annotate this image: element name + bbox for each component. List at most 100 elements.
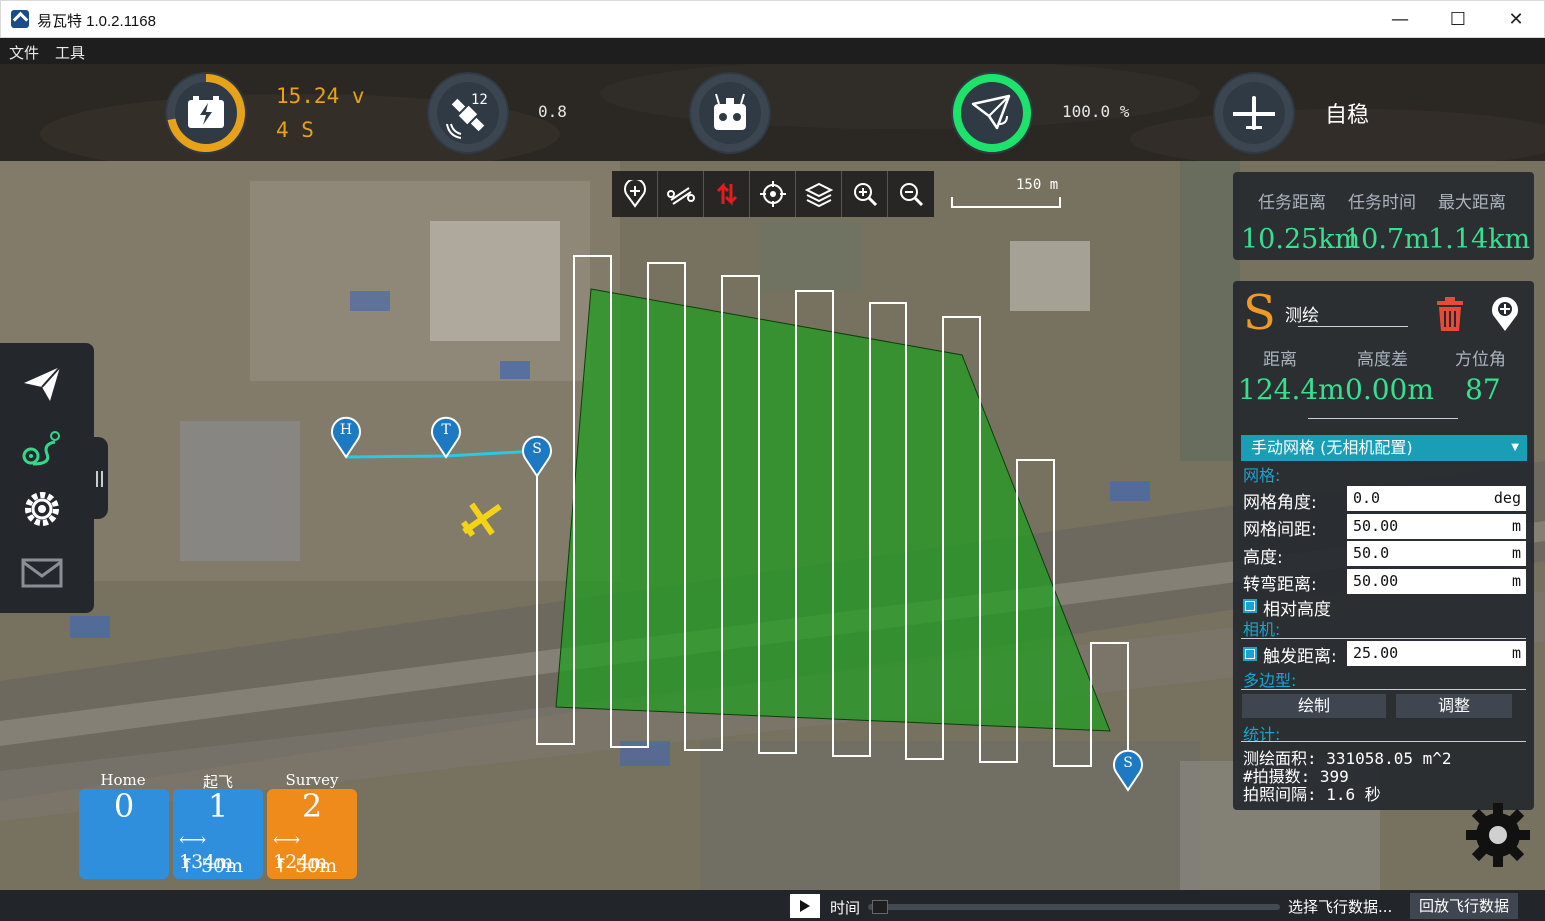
telemetry-bar: 15.24 v 4 S 12 0.8 100.0 % 自稳 — [0, 64, 1545, 161]
altitude-unit: m — [1511, 544, 1521, 562]
relative-altitude-checkbox[interactable] — [1243, 599, 1257, 613]
item-name: 测绘 — [1285, 306, 1319, 326]
svg-text:H: H — [340, 422, 352, 438]
close-button[interactable]: ✕ — [1487, 1, 1545, 39]
distance-icon: ⟷ — [273, 829, 301, 851]
time-slider[interactable] — [868, 904, 1280, 910]
azimuth-value: 87 — [1465, 373, 1501, 406]
altitude-icon: ⤒ — [179, 855, 195, 877]
grid-spacing-label: 网格间距: — [1243, 520, 1317, 540]
altitude-label: 高度: — [1243, 548, 1283, 568]
grid-angle-input[interactable]: 0.0 deg — [1347, 486, 1526, 511]
survey-start-marker[interactable]: S — [521, 432, 553, 478]
grid-mode-select[interactable]: 手动网格 (无相机配置) ▼ — [1241, 435, 1527, 461]
settings-gear-button[interactable] — [1464, 801, 1532, 869]
menu-file[interactable]: 文件 — [9, 42, 39, 63]
trigger-distance-checkbox[interactable] — [1243, 647, 1257, 661]
altitude-icon: ⤒ — [273, 855, 289, 877]
card-takeoff-altitude-row: ⤒ 50m — [179, 855, 243, 877]
home-marker[interactable]: H — [330, 413, 362, 459]
grid-spacing-input[interactable]: 50.00 m — [1347, 514, 1526, 539]
plan-view-button[interactable] — [18, 423, 66, 471]
mission-time-value: 10.7m — [1344, 224, 1430, 255]
time-label: 时间 — [830, 899, 861, 917]
replay-bar: 时间 选择飞行数据... 回放飞行数据 — [0, 890, 1545, 921]
altitude-diff-value: 0.00m — [1345, 373, 1434, 406]
grid-mode-value: 手动网格 (无相机配置) — [1251, 438, 1413, 457]
locate-button[interactable] — [750, 171, 796, 217]
survey-editor-panel: S 测绘 距离 高度差 方位角 124.4m 0.00m 87 手动网格 (无相… — [1233, 281, 1534, 810]
card-takeoff-number: 1 — [207, 787, 229, 825]
values-divider — [1308, 418, 1458, 419]
flight-mode: 自稳 — [1325, 103, 1370, 128]
svg-text:S: S — [532, 441, 542, 457]
card-survey-number: 2 — [301, 787, 323, 825]
paper-plane-icon — [24, 366, 61, 401]
trigger-distance-label: 触发距离: — [1263, 647, 1337, 667]
map-scale-bar — [951, 197, 1061, 208]
grid-spacing-value: 50.00 — [1353, 517, 1399, 535]
paper-plane-icon — [971, 94, 1011, 130]
altitude-input[interactable]: 50.0 m — [1347, 541, 1526, 566]
grid-angle-label: 网格角度: — [1243, 493, 1317, 513]
minimize-button[interactable]: — — [1371, 1, 1429, 39]
swap-icon — [716, 182, 737, 206]
max-distance-header: 最大距离 — [1438, 193, 1506, 213]
survey-end-marker[interactable]: S — [1112, 746, 1144, 792]
draw-polygon-button[interactable]: 绘制 — [1242, 694, 1386, 718]
zoom-in-button[interactable] — [842, 171, 888, 217]
maximize-button[interactable]: ☐ — [1429, 1, 1487, 39]
mission-card-takeoff[interactable]: 1 ⟷ 134m ⤒ 50m — [173, 787, 263, 879]
layers-button[interactable] — [796, 171, 842, 217]
link-gauge — [951, 72, 1033, 154]
layers-icon — [804, 182, 833, 208]
max-distance-value: 1.14km — [1428, 224, 1531, 255]
map-scale-label: 150 m — [1016, 177, 1059, 193]
svg-text:S: S — [1123, 755, 1133, 771]
zoom-out-button[interactable] — [888, 171, 934, 217]
gear-icon — [1466, 803, 1530, 867]
stats-section-line — [1241, 741, 1526, 742]
takeoff-marker[interactable]: T — [430, 413, 462, 459]
play-button[interactable] — [790, 894, 820, 918]
zoom-out-icon — [900, 183, 924, 207]
time-slider-handle[interactable] — [872, 900, 888, 914]
polygon-section-label: 多边型: — [1243, 671, 1297, 690]
select-flight-data-link[interactable]: 选择飞行数据... — [1288, 896, 1392, 917]
distance-header: 距离 — [1263, 350, 1297, 370]
delete-button[interactable] — [1433, 295, 1467, 333]
turnaround-input[interactable]: 50.00 m — [1347, 569, 1526, 594]
camera-section-label: 相机: — [1243, 620, 1281, 639]
gear-icon — [25, 492, 59, 526]
swap-direction-button[interactable] — [704, 171, 750, 217]
adjust-polygon-button[interactable]: 调整 — [1396, 694, 1512, 718]
trash-icon — [1437, 297, 1463, 331]
remote-controller-icon — [714, 93, 746, 130]
mission-card-home[interactable]: 0 — [79, 787, 169, 879]
distance-value: 124.4m — [1238, 373, 1345, 406]
replay-flight-data-button[interactable]: 回放飞行数据 — [1410, 893, 1518, 919]
route-icon — [666, 187, 695, 205]
route-button[interactable] — [658, 171, 704, 217]
menu-tools[interactable]: 工具 — [55, 42, 85, 63]
rc-gauge — [689, 72, 771, 154]
polygon-section-line — [1241, 689, 1526, 690]
insert-waypoint-button[interactable] — [1489, 295, 1521, 333]
settings-button[interactable] — [18, 485, 66, 533]
mission-card-survey[interactable]: 2 ⟷ 124m ⤒ 50m — [267, 787, 357, 879]
airplane-icon — [1233, 96, 1275, 130]
fly-view-button[interactable] — [18, 359, 66, 407]
battery-voltage: 15.24 v — [276, 84, 365, 108]
messages-button[interactable] — [18, 549, 66, 597]
mission-distance-value: 10.25km — [1241, 224, 1361, 255]
mission-time-header: 任务时间 — [1348, 193, 1416, 213]
route-plan-icon — [22, 431, 60, 466]
distance-icon: ⟷ — [179, 829, 207, 851]
add-waypoint-icon — [623, 180, 646, 208]
svg-text:T: T — [441, 422, 451, 438]
map-view[interactable]: H T S S 150 m 任务距离 任务时间 最大距离 10.25km 10.… — [0, 161, 1545, 890]
grid-angle-value: 0.0 — [1353, 489, 1381, 507]
trigger-distance-input[interactable]: 25.00 m — [1347, 641, 1526, 666]
app-logo-icon — [11, 10, 29, 28]
add-waypoint-button[interactable] — [612, 171, 658, 217]
